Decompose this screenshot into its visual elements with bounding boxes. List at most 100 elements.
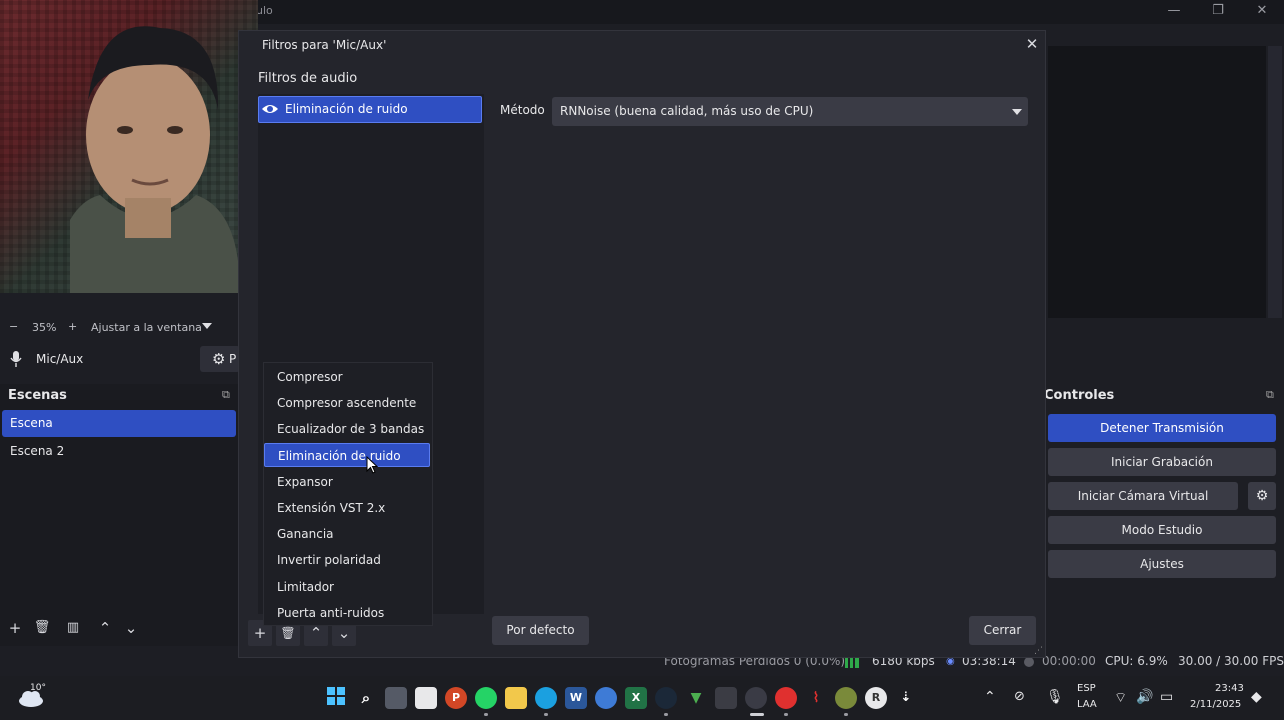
word-icon[interactable]: W bbox=[565, 687, 587, 709]
clock-date[interactable]: 2/11/2025 bbox=[1190, 699, 1241, 710]
app-icon[interactable] bbox=[715, 687, 737, 709]
settings-button[interactable]: Ajustes bbox=[1048, 550, 1276, 578]
audio-source-name: Mic/Aux bbox=[36, 352, 84, 366]
scene-filters-button[interactable]: ▥ bbox=[62, 614, 84, 642]
eye-icon[interactable] bbox=[261, 100, 279, 118]
tray-expand-icon[interactable]: ⌃ bbox=[984, 689, 996, 705]
mouse-cursor-icon bbox=[366, 456, 378, 474]
game-icon[interactable] bbox=[835, 687, 857, 709]
controls-title: Controles bbox=[1044, 388, 1115, 403]
excel-icon[interactable]: X bbox=[625, 687, 647, 709]
menu-item-invertir-polaridad[interactable]: Invertir polaridad bbox=[264, 548, 430, 572]
add-scene-button[interactable]: + bbox=[4, 614, 26, 642]
search-icon[interactable]: ⌕ bbox=[355, 687, 377, 709]
minimize-button[interactable]: — bbox=[1152, 0, 1196, 24]
powerpoint-icon[interactable]: P bbox=[445, 687, 467, 709]
zoom-level: 35% bbox=[32, 321, 57, 334]
preview-canvas[interactable] bbox=[1048, 46, 1266, 318]
dialog-cerrar-button[interactable]: Cerrar bbox=[969, 616, 1036, 645]
menu-item-expansor[interactable]: Expansor bbox=[264, 470, 430, 494]
menu-item-puerta-anti-ruidos[interactable]: Puerta anti-ruidos bbox=[264, 601, 430, 625]
running-indicator bbox=[544, 713, 548, 716]
steam-icon[interactable] bbox=[655, 687, 677, 709]
menu-item-ganancia[interactable]: Ganancia bbox=[264, 522, 430, 546]
undock-icon[interactable]: ⧉ bbox=[1266, 388, 1274, 402]
filter-name: Eliminación de ruido bbox=[285, 102, 408, 116]
preview-zoom-bar: − 35% + Ajustar a la ventana bbox=[0, 318, 240, 338]
audio-source-row: Mic/Aux ⚙ P bbox=[0, 344, 240, 374]
volume-icon[interactable]: 🔊 bbox=[1136, 689, 1153, 705]
method-value: RNNoise (buena calidad, más uso de CPU) bbox=[560, 104, 814, 118]
move-scene-up-button[interactable]: ⌃ bbox=[94, 614, 116, 642]
record-time: 00:00:00 bbox=[1042, 654, 1096, 668]
opera-icon[interactable] bbox=[775, 687, 797, 709]
whatsapp-icon[interactable] bbox=[475, 687, 497, 709]
r-app-icon[interactable]: R bbox=[865, 687, 887, 709]
studio-mode-button[interactable]: Modo Estudio bbox=[1048, 516, 1276, 544]
task-view-icon[interactable] bbox=[385, 687, 407, 709]
battery-icon[interactable]: ▭ bbox=[1160, 689, 1173, 705]
defaults-button[interactable]: Por defecto bbox=[492, 616, 589, 645]
edge-icon[interactable] bbox=[535, 687, 557, 709]
running-indicator bbox=[844, 713, 848, 716]
scene-item-escena-2[interactable]: Escena 2 bbox=[2, 438, 236, 465]
browser-icon[interactable] bbox=[595, 687, 617, 709]
remove-scene-button[interactable]: 🗑 bbox=[31, 614, 53, 642]
zoom-out-button[interactable]: − bbox=[9, 320, 18, 333]
file-explorer-icon[interactable] bbox=[505, 687, 527, 709]
preview-scrollbar[interactable] bbox=[1268, 46, 1282, 318]
cpu-usage: CPU: 6.9% bbox=[1105, 654, 1168, 668]
properties-label: P bbox=[229, 352, 237, 366]
gear-icon: ⚙ bbox=[1255, 488, 1269, 504]
dialog-close-button[interactable]: ✕ bbox=[1022, 34, 1042, 54]
move-scene-down-button[interactable]: ⌄ bbox=[120, 614, 142, 642]
menu-item-compresor[interactable]: Compresor bbox=[264, 365, 430, 389]
maximize-button[interactable]: ❐ bbox=[1196, 0, 1240, 24]
microphone-icon bbox=[10, 351, 22, 367]
method-select[interactable]: RNNoise (buena calidad, más uso de CPU) bbox=[552, 97, 1028, 126]
menu-item-compresor-ascendente[interactable]: Compresor ascendente bbox=[264, 391, 430, 415]
running-indicator bbox=[664, 713, 668, 716]
filter-properties bbox=[488, 94, 1036, 614]
virtual-camera-settings-button[interactable]: ⚙ bbox=[1248, 482, 1276, 510]
microphone-tray-icon[interactable]: 🎙 bbox=[1046, 689, 1064, 705]
obs-icon[interactable] bbox=[745, 687, 767, 709]
fit-window-select[interactable]: Ajustar a la ventana bbox=[91, 321, 202, 334]
adobe-icon[interactable]: ⌇ bbox=[805, 687, 827, 709]
menu-item-eliminacion-de-ruido[interactable]: Eliminación de ruido bbox=[264, 443, 430, 467]
window-close-button[interactable]: ✕ bbox=[1240, 0, 1284, 24]
store-icon[interactable] bbox=[415, 687, 437, 709]
running-indicator bbox=[484, 713, 488, 716]
menu-item-limitador[interactable]: Limitador bbox=[264, 575, 430, 599]
scenes-toolbar: + 🗑 ▥ ⌃ ⌄ bbox=[0, 614, 238, 644]
start-recording-button[interactable]: Iniciar Grabación bbox=[1048, 448, 1276, 476]
windows-start-icon[interactable] bbox=[325, 687, 347, 709]
zoom-in-button[interactable]: + bbox=[68, 320, 77, 333]
stop-streaming-button[interactable]: Detener Transmisión bbox=[1048, 414, 1276, 442]
resize-grip-icon[interactable]: ⋰ bbox=[1034, 646, 1043, 656]
gear-icon: ⚙ bbox=[212, 350, 226, 368]
taskbar: 10° ⌕ P W X ▼ ⌇ R ⇣ ⌃ ⊘ 🎙 ESP LAA ⌔ 🔊 ▭ … bbox=[0, 676, 1284, 720]
usb-icon[interactable]: ⇣ bbox=[895, 687, 917, 709]
active-indicator bbox=[750, 713, 764, 716]
network-off-icon[interactable]: ⊘ bbox=[1014, 689, 1025, 704]
weather-temp: 10° bbox=[30, 683, 46, 693]
audio-filters-label: Filtros de audio bbox=[258, 71, 358, 86]
language-top[interactable]: ESP bbox=[1077, 683, 1096, 694]
webcam-person bbox=[70, 26, 240, 293]
chevron-down-icon[interactable] bbox=[202, 323, 212, 329]
window-title: ulo bbox=[256, 4, 273, 17]
chevron-down-icon bbox=[1012, 109, 1022, 115]
menu-item-vst[interactable]: Extensión VST 2.x bbox=[264, 496, 430, 520]
undock-icon[interactable]: ⧉ bbox=[222, 388, 230, 402]
scene-item-escena[interactable]: Escena bbox=[2, 410, 236, 437]
vpn-icon[interactable]: ▼ bbox=[685, 687, 707, 709]
audio-properties-button[interactable]: ⚙ P bbox=[200, 346, 240, 372]
filter-item-noise-suppression[interactable]: Eliminación de ruido bbox=[258, 96, 482, 123]
wifi-icon[interactable]: ⌔ bbox=[1114, 689, 1127, 707]
notification-icon[interactable]: ◆ bbox=[1251, 689, 1262, 705]
start-virtual-camera-button[interactable]: Iniciar Cámara Virtual bbox=[1048, 482, 1238, 510]
clock-time[interactable]: 23:43 bbox=[1215, 683, 1244, 694]
language-bottom[interactable]: LAA bbox=[1077, 699, 1097, 710]
menu-item-ecualizador[interactable]: Ecualizador de 3 bandas bbox=[264, 417, 430, 441]
